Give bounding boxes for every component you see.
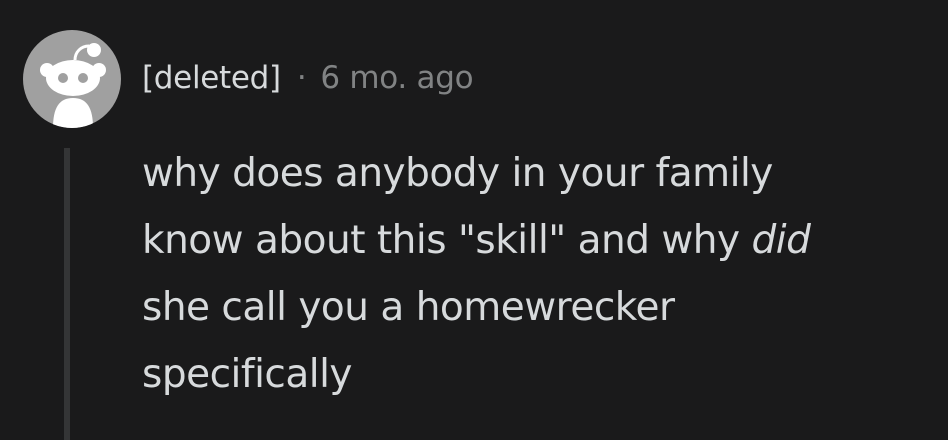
- body-line-3: she call you a homewrecker: [142, 285, 675, 330]
- timestamp[interactable]: 6 mo. ago: [320, 60, 473, 96]
- meta-separator: ·: [296, 60, 307, 96]
- author-name[interactable]: [deleted]: [142, 60, 281, 96]
- comment: [deleted] · 6 mo. ago why does anybody i…: [0, 0, 948, 440]
- body-line-2-prefix: know about this "skill" and why: [142, 218, 752, 263]
- body-line-4: specifically: [142, 352, 353, 397]
- reddit-snoo-icon: [40, 43, 106, 128]
- thread-collapse-line[interactable]: [64, 148, 70, 440]
- body-line-1: why does anybody in your family: [142, 151, 773, 196]
- comment-body: why does anybody in your family know abou…: [142, 140, 932, 408]
- comment-meta: [deleted] · 6 mo. ago: [142, 56, 474, 100]
- body-emphasis: did: [751, 218, 811, 263]
- avatar[interactable]: [23, 30, 121, 128]
